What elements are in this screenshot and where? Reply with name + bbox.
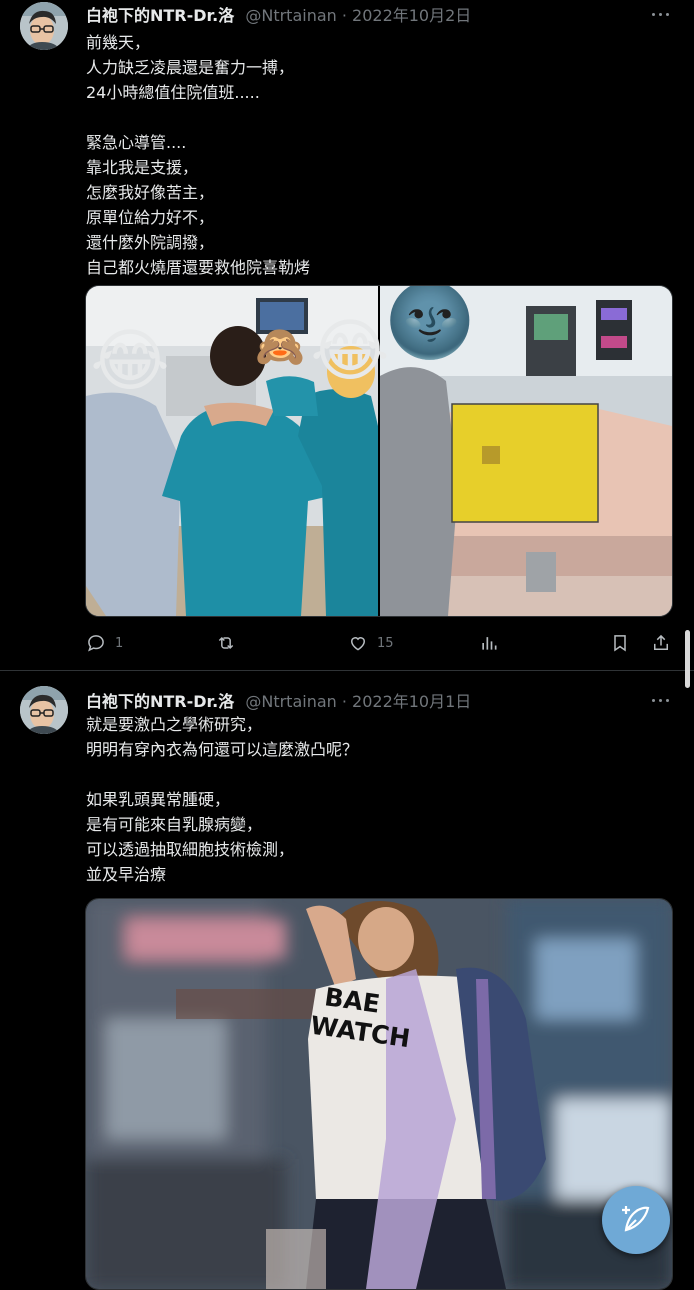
like-icon [350,637,366,651]
new-moon-face-emoji: 🌚 [385,285,475,362]
text-line: 怎麼我好像苦主， [86,183,215,202]
text-line: 靠北我是支援， [86,158,199,177]
compose-button[interactable] [602,1186,670,1254]
reply-icon [88,635,104,652]
tweet-meta[interactable]: @Ntrtainan · 2022年10月2日 [245,6,471,25]
laughing-emoji: 😂 [90,322,170,401]
more-icon[interactable] [650,6,672,22]
text-line: 原單位給力好不， [86,208,215,227]
share-icon [654,634,668,650]
tweet-2[interactable]: 白袍下的NTR-Dr.洛 @Ntrtainan · 2022年10月1日 就是要… [0,672,694,1290]
scrollbar[interactable] [685,630,690,688]
retweet-button[interactable] [216,631,236,655]
bookmark-icon [614,635,626,652]
street-photo [86,899,672,1289]
text-line: 緊急心導管.... [86,133,187,152]
share-button[interactable] [651,631,671,655]
like-button[interactable]: 15 [348,631,394,655]
tweet-media[interactable]: 😂 🙈 😂 🌚 [85,285,673,617]
author-avatar[interactable] [20,686,68,734]
tweet-header: 白袍下的NTR-Dr.洛 @Ntrtainan · 2022年10月2日 [86,2,654,26]
more-icon[interactable] [650,692,672,708]
text-line: 並及早治療 [86,865,167,884]
tweet-actions: 1 15 [86,631,676,657]
text-line: 明明有穿內衣為何還可以這麼激凸呢？ [86,740,359,759]
compose-icon [622,1206,650,1232]
retweet-icon [218,636,234,650]
tweet-media[interactable]: BAE WATCH [85,898,673,1290]
text-line: 如果乳頭異常腫硬， [86,790,231,809]
text-line: 還什麼外院調撥， [86,233,215,252]
tweet-text: 就是要激凸之學術研究， 明明有穿內衣為何還可以這麼激凸呢？ 如果乳頭異常腫硬， … [86,712,646,887]
text-line: 24小時總值住院值班..... [86,83,260,102]
like-count: 15 [377,635,394,651]
tweet-1[interactable]: 白袍下的NTR-Dr.洛 @Ntrtainan · 2022年10月2日 前幾天… [0,0,694,668]
tweet-divider [0,670,694,671]
text-line [86,105,646,130]
laughing-emoji: 😂 [310,312,390,391]
tweet-header: 白袍下的NTR-Dr.洛 @Ntrtainan · 2022年10月1日 [86,688,654,712]
analytics-button[interactable] [479,631,499,655]
bookmark-button[interactable] [610,631,630,655]
tweet-text: 前幾天， 人力缺乏凌晨還是奮力一搏， 24小時總值住院值班..... 緊急心導管… [86,30,646,280]
reply-button[interactable]: 1 [86,631,123,655]
text-line: 可以透過抽取細胞技術檢測， [86,840,295,859]
text-line [86,762,646,787]
author-name[interactable]: 白袍下的NTR-Dr.洛 [86,6,234,25]
tweet-meta[interactable]: @Ntrtainan · 2022年10月1日 [245,692,471,711]
author-name[interactable]: 白袍下的NTR-Dr.洛 [86,692,234,711]
text-line: 是有可能來自乳腺病變， [86,815,263,834]
analytics-icon [482,637,497,650]
monkey-emoji: 🙈 [255,324,305,370]
author-avatar[interactable] [20,2,68,50]
text-line: 人力缺乏凌晨還是奮力一搏， [86,58,295,77]
text-line: 前幾天， [86,33,151,52]
reply-count: 1 [115,635,124,651]
text-line: 就是要激凸之學術研究， [86,715,263,734]
text-line: 自己都火燒厝還要救他院喜勒烤 [86,258,311,277]
